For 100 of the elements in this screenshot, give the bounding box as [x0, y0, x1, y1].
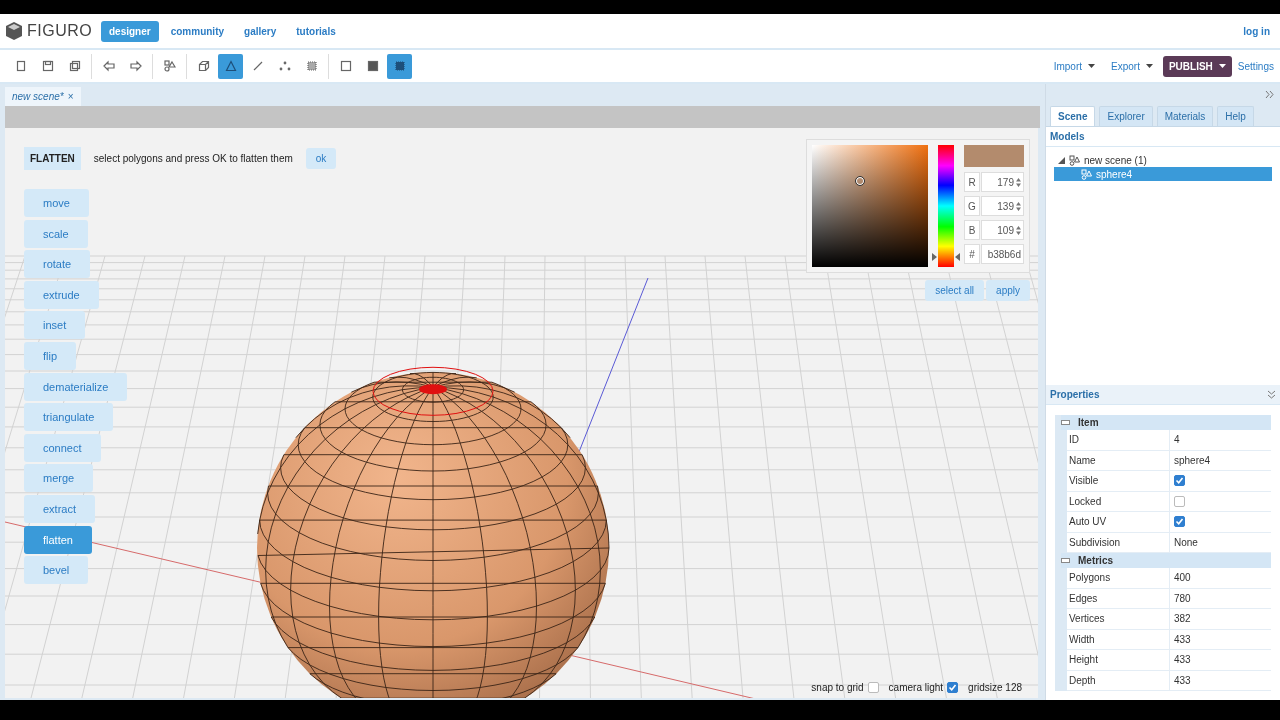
channel-field[interactable]: 179	[981, 172, 1024, 192]
nav-link[interactable]: community	[162, 20, 233, 42]
polygon-tool-button[interactable]	[218, 53, 243, 79]
property-value: 382	[1173, 612, 1192, 627]
checkbox[interactable]	[867, 682, 879, 693]
panel-tab[interactable]: Explorer	[1099, 106, 1153, 126]
pattern-icon	[305, 60, 318, 72]
property-name: Edges	[1067, 588, 1170, 608]
channel-label: R	[964, 172, 980, 192]
property-name: Name	[1067, 450, 1170, 470]
hex-field[interactable]: b38b6d	[981, 244, 1024, 264]
hue-slider[interactable]	[932, 145, 960, 267]
expand-icon[interactable]	[1058, 156, 1065, 164]
channel-label: #	[964, 244, 980, 264]
shapes-icon	[163, 60, 176, 72]
undo-icon	[102, 60, 115, 72]
ok-button[interactable]: ok	[305, 148, 337, 169]
publish-button[interactable]: PUBLISH	[1162, 55, 1232, 77]
spinner-icon[interactable]	[1016, 177, 1021, 187]
channel-label: B	[964, 220, 980, 240]
checkbox[interactable]	[1174, 495, 1185, 507]
instruction-text: select polygons and press OK to flatten them	[93, 153, 293, 164]
option-label: snap to grid	[811, 682, 864, 693]
tab-label: new scene*	[12, 91, 64, 102]
solid-icon	[366, 60, 379, 72]
collapse-icon[interactable]	[1267, 390, 1276, 399]
property-name: Polygons	[1067, 568, 1170, 588]
property-name: Locked	[1067, 491, 1170, 511]
property-value: 433	[1173, 673, 1192, 688]
operation-button[interactable]: move	[24, 189, 89, 217]
operation-button[interactable]: flip	[24, 341, 77, 370]
channel-label: G	[964, 196, 980, 216]
operation-button[interactable]: rotate	[24, 250, 91, 279]
outline-icon	[339, 60, 352, 72]
close-icon[interactable]: ×	[67, 91, 74, 102]
property-name: Auto UV	[1067, 512, 1170, 532]
document-tab[interactable]: new scene* ×	[5, 87, 81, 106]
cube-icon	[197, 60, 210, 72]
group-header[interactable]: Metrics	[1061, 553, 1271, 568]
logo-text: FIGURO	[27, 22, 93, 40]
checkbox[interactable]	[1174, 475, 1185, 487]
redo-icon	[129, 60, 142, 72]
operation-button[interactable]: flatten	[24, 525, 92, 554]
picker-button[interactable]: apply	[986, 280, 1030, 301]
mode-label: FLATTEN	[24, 147, 81, 170]
edge-icon	[251, 60, 264, 72]
caret-icon	[1088, 64, 1096, 68]
operation-button[interactable]: triangulate	[24, 403, 114, 432]
property-name: Width	[1067, 629, 1170, 649]
property-name: Visible	[1067, 471, 1170, 491]
picker-button[interactable]: select all	[925, 280, 985, 301]
operation-button[interactable]: extrude	[24, 280, 99, 309]
group-header[interactable]: Item	[1061, 415, 1271, 430]
panel-tab[interactable]: Scene	[1050, 106, 1096, 126]
saturation-field[interactable]	[812, 145, 928, 267]
collapse-icon[interactable]	[1061, 558, 1070, 563]
new-icon	[14, 60, 27, 72]
channel-field[interactable]: 109	[981, 220, 1024, 240]
tree-item[interactable]: new scene (1)	[1054, 153, 1272, 167]
shapes-icon	[1081, 168, 1092, 180]
settings-link[interactable]: Settings	[1235, 56, 1276, 76]
collapse-icon[interactable]	[1061, 420, 1070, 425]
operation-button[interactable]: dematerialize	[24, 372, 128, 401]
operation-button[interactable]: merge	[24, 464, 94, 493]
hue-marker-icon[interactable]	[932, 253, 960, 262]
nav-link[interactable]: designer	[101, 20, 159, 42]
vertex-icon	[278, 60, 291, 72]
checkbox[interactable]	[1174, 516, 1185, 528]
panel-tab[interactable]: Materials	[1156, 106, 1214, 126]
operation-button[interactable]: bevel	[24, 556, 89, 585]
operation-button[interactable]: connect	[24, 433, 101, 462]
operation-button[interactable]: inset	[24, 311, 86, 340]
property-value: 780	[1173, 591, 1192, 606]
option-label: camera light	[888, 682, 944, 693]
dropdown-menu[interactable]: Export	[1105, 56, 1159, 76]
property-value: sphere4	[1173, 453, 1212, 468]
polygon-icon	[224, 60, 237, 72]
pattern-icon	[393, 60, 406, 72]
nav-link[interactable]: gallery	[236, 20, 285, 42]
gridsize-label: gridsize 128	[968, 682, 1022, 693]
property-value: 400	[1173, 571, 1192, 586]
login-link[interactable]: log in	[1243, 25, 1270, 37]
collapse-icon[interactable]	[1265, 89, 1274, 99]
caret-icon	[1218, 64, 1226, 68]
operation-button[interactable]: scale	[24, 219, 88, 248]
cube-logo-icon	[4, 21, 24, 41]
save-all-icon	[68, 60, 81, 72]
nav-link[interactable]: tutorials	[288, 20, 344, 42]
spinner-icon[interactable]	[1016, 201, 1021, 211]
pattern-tool-button[interactable]	[387, 53, 412, 79]
section-header: Models	[1046, 127, 1280, 147]
tree-item[interactable]: sphere4	[1054, 167, 1272, 181]
spinner-icon[interactable]	[1016, 225, 1021, 235]
dropdown-menu[interactable]: Import	[1047, 56, 1102, 76]
property-name: Vertices	[1067, 609, 1170, 629]
panel-tab[interactable]: Help	[1217, 106, 1254, 126]
channel-field[interactable]: 139	[981, 196, 1024, 216]
operation-button[interactable]: extract	[24, 494, 95, 523]
property-name: Height	[1067, 650, 1170, 670]
checkbox[interactable]	[947, 682, 959, 693]
